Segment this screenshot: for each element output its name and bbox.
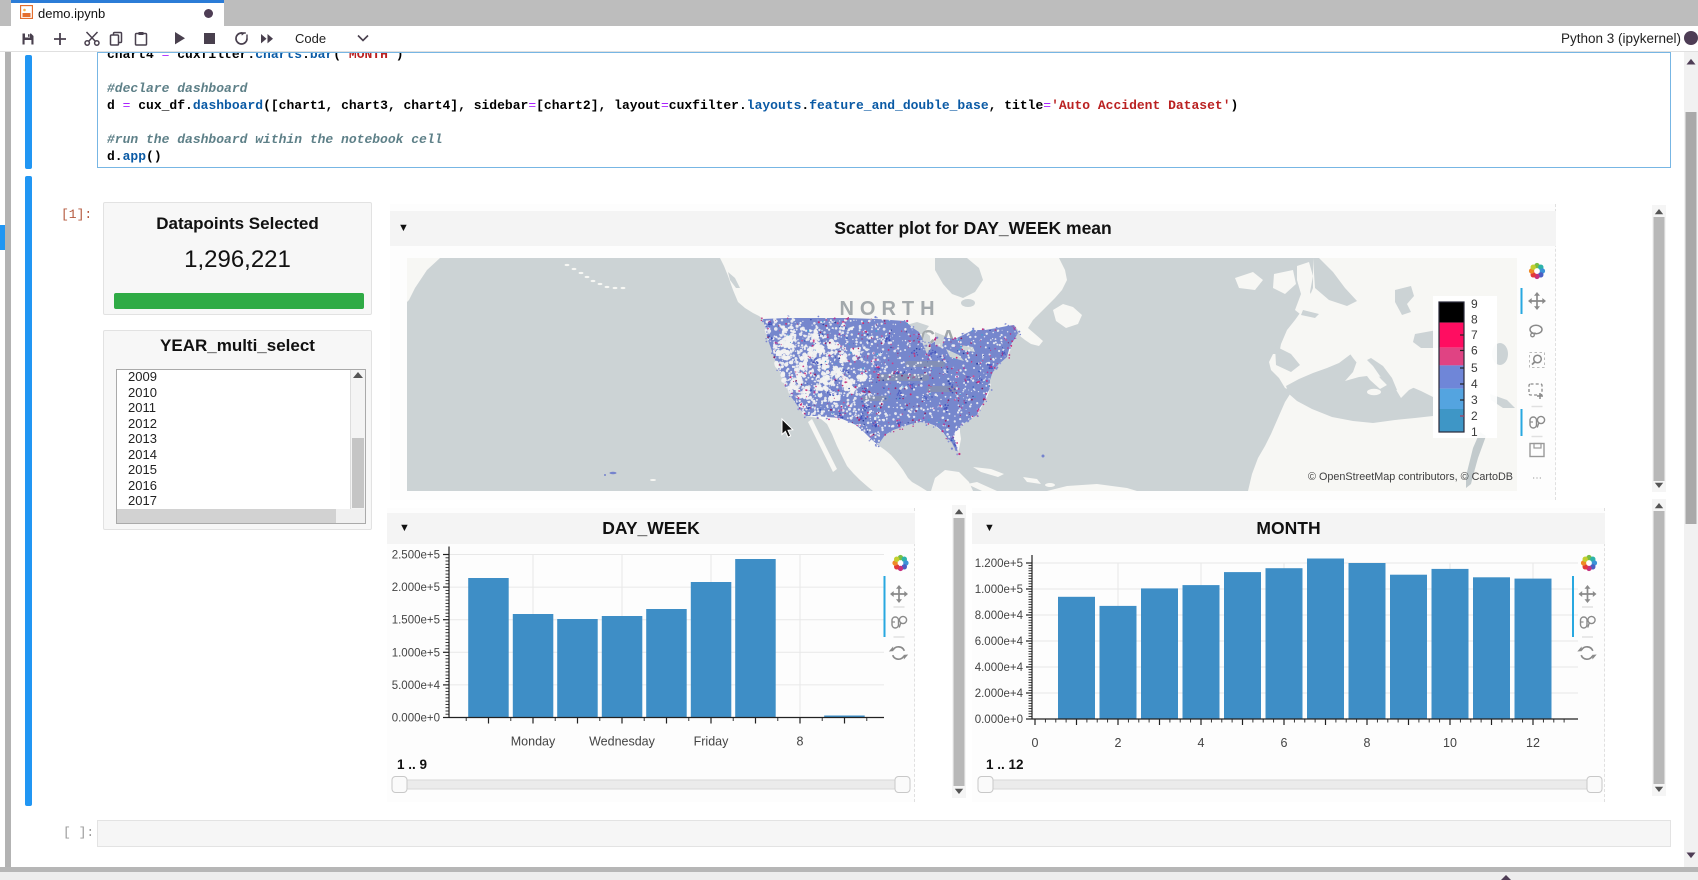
svg-text:0.000e+0: 0.000e+0 (392, 713, 440, 725)
svg-text:0.000e+0: 0.000e+0 (975, 714, 1023, 726)
svg-text:⋯: ⋯ (1532, 473, 1542, 484)
svg-text:5: 5 (1471, 361, 1478, 375)
svg-text:6: 6 (1471, 344, 1478, 358)
svg-text:3: 3 (1471, 393, 1478, 407)
svg-text:7: 7 (1471, 328, 1478, 342)
svg-text:4.000e+4: 4.000e+4 (975, 662, 1024, 674)
svg-text:2: 2 (1471, 409, 1478, 423)
svg-text:0: 0 (1032, 736, 1039, 750)
svg-text:10: 10 (1443, 736, 1457, 750)
svg-text:8: 8 (1471, 313, 1478, 327)
svg-text:12: 12 (1526, 736, 1540, 750)
svg-text:© OpenStreetMap contributors,: © OpenStreetMap contributors, © CartoDB (1308, 471, 1513, 483)
svg-text:1.000e+5: 1.000e+5 (975, 584, 1023, 596)
svg-text:1.200e+5: 1.200e+5 (975, 558, 1023, 570)
svg-text:1.000e+5: 1.000e+5 (392, 647, 440, 659)
svg-text:9: 9 (1471, 297, 1478, 311)
svg-text:2.000e+4: 2.000e+4 (975, 688, 1024, 700)
svg-text:6.000e+4: 6.000e+4 (975, 636, 1024, 648)
svg-text:4: 4 (1198, 736, 1205, 750)
svg-text:4: 4 (1471, 377, 1478, 391)
svg-text:2: 2 (1115, 736, 1122, 750)
svg-text:1: 1 (1471, 425, 1478, 439)
svg-text:2.500e+5: 2.500e+5 (392, 550, 440, 562)
svg-text:2.000e+5: 2.000e+5 (392, 582, 440, 594)
svg-text:Wednesday: Wednesday (589, 735, 656, 749)
svg-text:5.000e+4: 5.000e+4 (392, 680, 441, 692)
svg-text:6: 6 (1281, 736, 1288, 750)
svg-text:1.500e+5: 1.500e+5 (392, 615, 440, 627)
svg-text:8.000e+4: 8.000e+4 (975, 610, 1024, 622)
svg-text:Friday: Friday (694, 735, 729, 749)
svg-text:8: 8 (1364, 736, 1371, 750)
svg-text:NORTH: NORTH (839, 298, 940, 320)
svg-text:8: 8 (797, 735, 804, 749)
svg-text:Monday: Monday (511, 735, 556, 749)
